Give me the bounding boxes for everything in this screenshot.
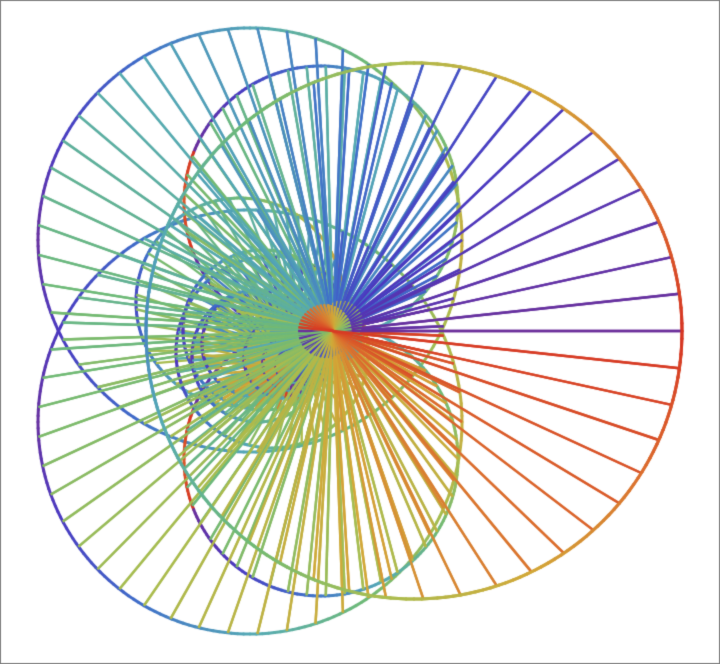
rainbow-circle-fan-canvas <box>0 0 720 664</box>
figure-frame <box>0 0 720 664</box>
